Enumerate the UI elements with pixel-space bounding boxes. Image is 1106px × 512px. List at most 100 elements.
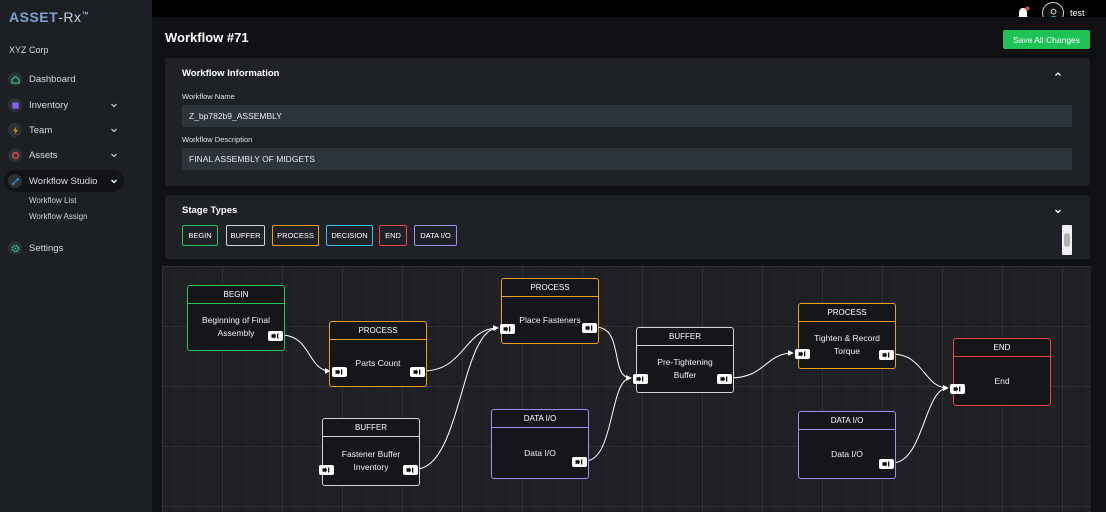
sidebar-subitem-workflow-list[interactable]: Workflow List: [29, 196, 76, 205]
output-port[interactable]: [572, 457, 587, 467]
sidebar: ASSET-Rx™ XYZ Corp Dashboard Inventory T…: [0, 0, 152, 512]
sidebar-subitem-workflow-assign[interactable]: Workflow Assign: [29, 212, 88, 221]
output-port[interactable]: [268, 331, 283, 341]
chevron-down-icon: [111, 153, 117, 158]
output-port-icon: [413, 369, 421, 375]
node-type-label: BEGIN: [188, 286, 284, 304]
brand-tm: ™: [81, 11, 89, 19]
output-port[interactable]: [582, 323, 597, 333]
workflow-name-label: Workflow Name: [182, 92, 235, 101]
node-type-label: BUFFER: [323, 419, 419, 437]
workflow-node-data-i-o[interactable]: DATA I/O Data I/O: [491, 409, 589, 479]
workflow-edge[interactable]: [891, 353, 949, 391]
input-port-icon: [322, 467, 330, 473]
input-port-icon: [798, 351, 806, 357]
input-port[interactable]: [950, 384, 965, 394]
node-title: Data I/O: [831, 448, 863, 459]
team-icon: [8, 123, 22, 137]
main-content: Workflow #71 Save All Changes Workflow I…: [152, 17, 1106, 512]
workflow-name-input[interactable]: [182, 105, 1072, 127]
brand-logo[interactable]: ASSET-Rx™: [9, 9, 89, 25]
scrollbar-thumb[interactable]: [1064, 233, 1070, 247]
inventory-icon: [8, 98, 22, 112]
output-port-icon: [882, 461, 890, 467]
sidebar-item-workflow-studio[interactable]: Workflow Studio: [4, 170, 124, 192]
node-title: Place Fasteners: [519, 314, 581, 325]
workflow-description-input[interactable]: [182, 148, 1072, 170]
stage-chip-end[interactable]: END: [379, 225, 407, 246]
chevron-up-icon[interactable]: [1054, 70, 1062, 78]
output-port-icon: [406, 467, 414, 473]
workflow-edge[interactable]: [594, 326, 632, 381]
input-port[interactable]: [332, 367, 347, 377]
settings-icon: [8, 241, 22, 255]
output-port-icon: [720, 376, 728, 382]
stage-chip-process[interactable]: PROCESS: [272, 225, 319, 246]
node-type-label: BUFFER: [637, 328, 733, 346]
sidebar-item-inventory[interactable]: Inventory: [4, 94, 124, 116]
save-all-changes-button[interactable]: Save All Changes: [1003, 30, 1090, 49]
workflow-edge[interactable]: [422, 325, 499, 372]
node-type-label: PROCESS: [502, 279, 598, 297]
page-title: Workflow #71: [165, 30, 249, 45]
stage-chip-data-io[interactable]: DATA I/O: [414, 225, 457, 246]
output-port[interactable]: [410, 367, 425, 377]
node-type-label: DATA I/O: [799, 412, 895, 430]
chevron-down-icon: [111, 179, 117, 184]
sidebar-item-label: Assets: [29, 149, 58, 161]
output-port-icon: [585, 325, 593, 331]
stage-types-title: Stage Types: [182, 205, 238, 216]
output-port[interactable]: [879, 459, 894, 469]
input-port-icon: [953, 386, 961, 392]
stage-chip-begin[interactable]: BEGIN: [182, 225, 218, 246]
output-port[interactable]: [403, 465, 418, 475]
input-port[interactable]: [500, 324, 515, 334]
node-title: Parts Count: [355, 357, 401, 368]
assets-icon: [8, 148, 22, 162]
input-port-icon: [636, 376, 644, 382]
sidebar-item-label: Inventory: [29, 99, 69, 111]
workflow-node-end[interactable]: END End: [950, 338, 1051, 406]
stage-types-card: Stage Types BEGIN BUFFER PROCESS DECISIO…: [165, 195, 1090, 259]
sidebar-item-label: Team: [29, 124, 53, 136]
workflow-canvas[interactable]: BEGIN Beginning of Final Assembly PROCESS P…: [162, 266, 1091, 512]
input-port[interactable]: [319, 465, 334, 475]
dashboard-icon: [8, 72, 22, 86]
output-port[interactable]: [879, 350, 894, 360]
workflow-node-process[interactable]: PROCESS Parts Count: [329, 321, 427, 387]
stage-chip-decision[interactable]: DECISION: [326, 225, 373, 246]
workflow-node-buffer[interactable]: BUFFER Pre-Tightening Buffer: [633, 327, 734, 393]
workflow-node-data-i-o[interactable]: DATA I/O Data I/O: [798, 411, 896, 479]
workflow-edge[interactable]: [415, 325, 499, 470]
workflow-edge[interactable]: [729, 350, 794, 379]
brand-part2: -Rx: [58, 9, 82, 25]
sidebar-item-assets[interactable]: Assets: [4, 144, 124, 166]
sidebar-item-settings[interactable]: Settings: [4, 237, 124, 259]
sidebar-item-dashboard[interactable]: Dashboard: [4, 68, 124, 90]
stage-chip-buffer[interactable]: BUFFER: [226, 225, 265, 246]
workflow-node-process[interactable]: PROCESS Place Fasteners: [500, 278, 599, 344]
workflow-info-title: Workflow Information: [182, 68, 280, 79]
node-title: Data I/O: [524, 447, 556, 458]
input-port[interactable]: [633, 374, 648, 384]
output-port-icon: [575, 459, 583, 465]
chevron-down-icon[interactable]: [1054, 207, 1062, 215]
workflow-node-buffer[interactable]: BUFFER Fastener Buffer Inventory: [319, 418, 420, 486]
workflow-edge[interactable]: [280, 334, 331, 374]
input-port-icon: [335, 369, 343, 375]
workflow-edge[interactable]: [891, 385, 949, 464]
output-port-icon: [271, 333, 279, 339]
sidebar-item-label: Workflow Studio: [29, 175, 98, 187]
input-port[interactable]: [795, 349, 810, 359]
node-title: Pre-Tightening Buffer: [657, 357, 713, 380]
workflow-edge[interactable]: [584, 375, 632, 462]
node-title: Beginning of Final Assembly: [201, 315, 271, 338]
workflow-node-begin[interactable]: BEGIN Beginning of Final Assembly: [187, 285, 285, 351]
stage-types-scrollbar[interactable]: [1062, 225, 1072, 255]
org-name: XYZ Corp: [9, 45, 49, 55]
sidebar-item-team[interactable]: Team: [4, 119, 124, 141]
output-port[interactable]: [717, 374, 732, 384]
workflow-node-process[interactable]: PROCESS Tighten & Record Torque: [795, 303, 896, 369]
node-title: End: [994, 375, 1010, 386]
workflow-icon: [8, 174, 22, 188]
